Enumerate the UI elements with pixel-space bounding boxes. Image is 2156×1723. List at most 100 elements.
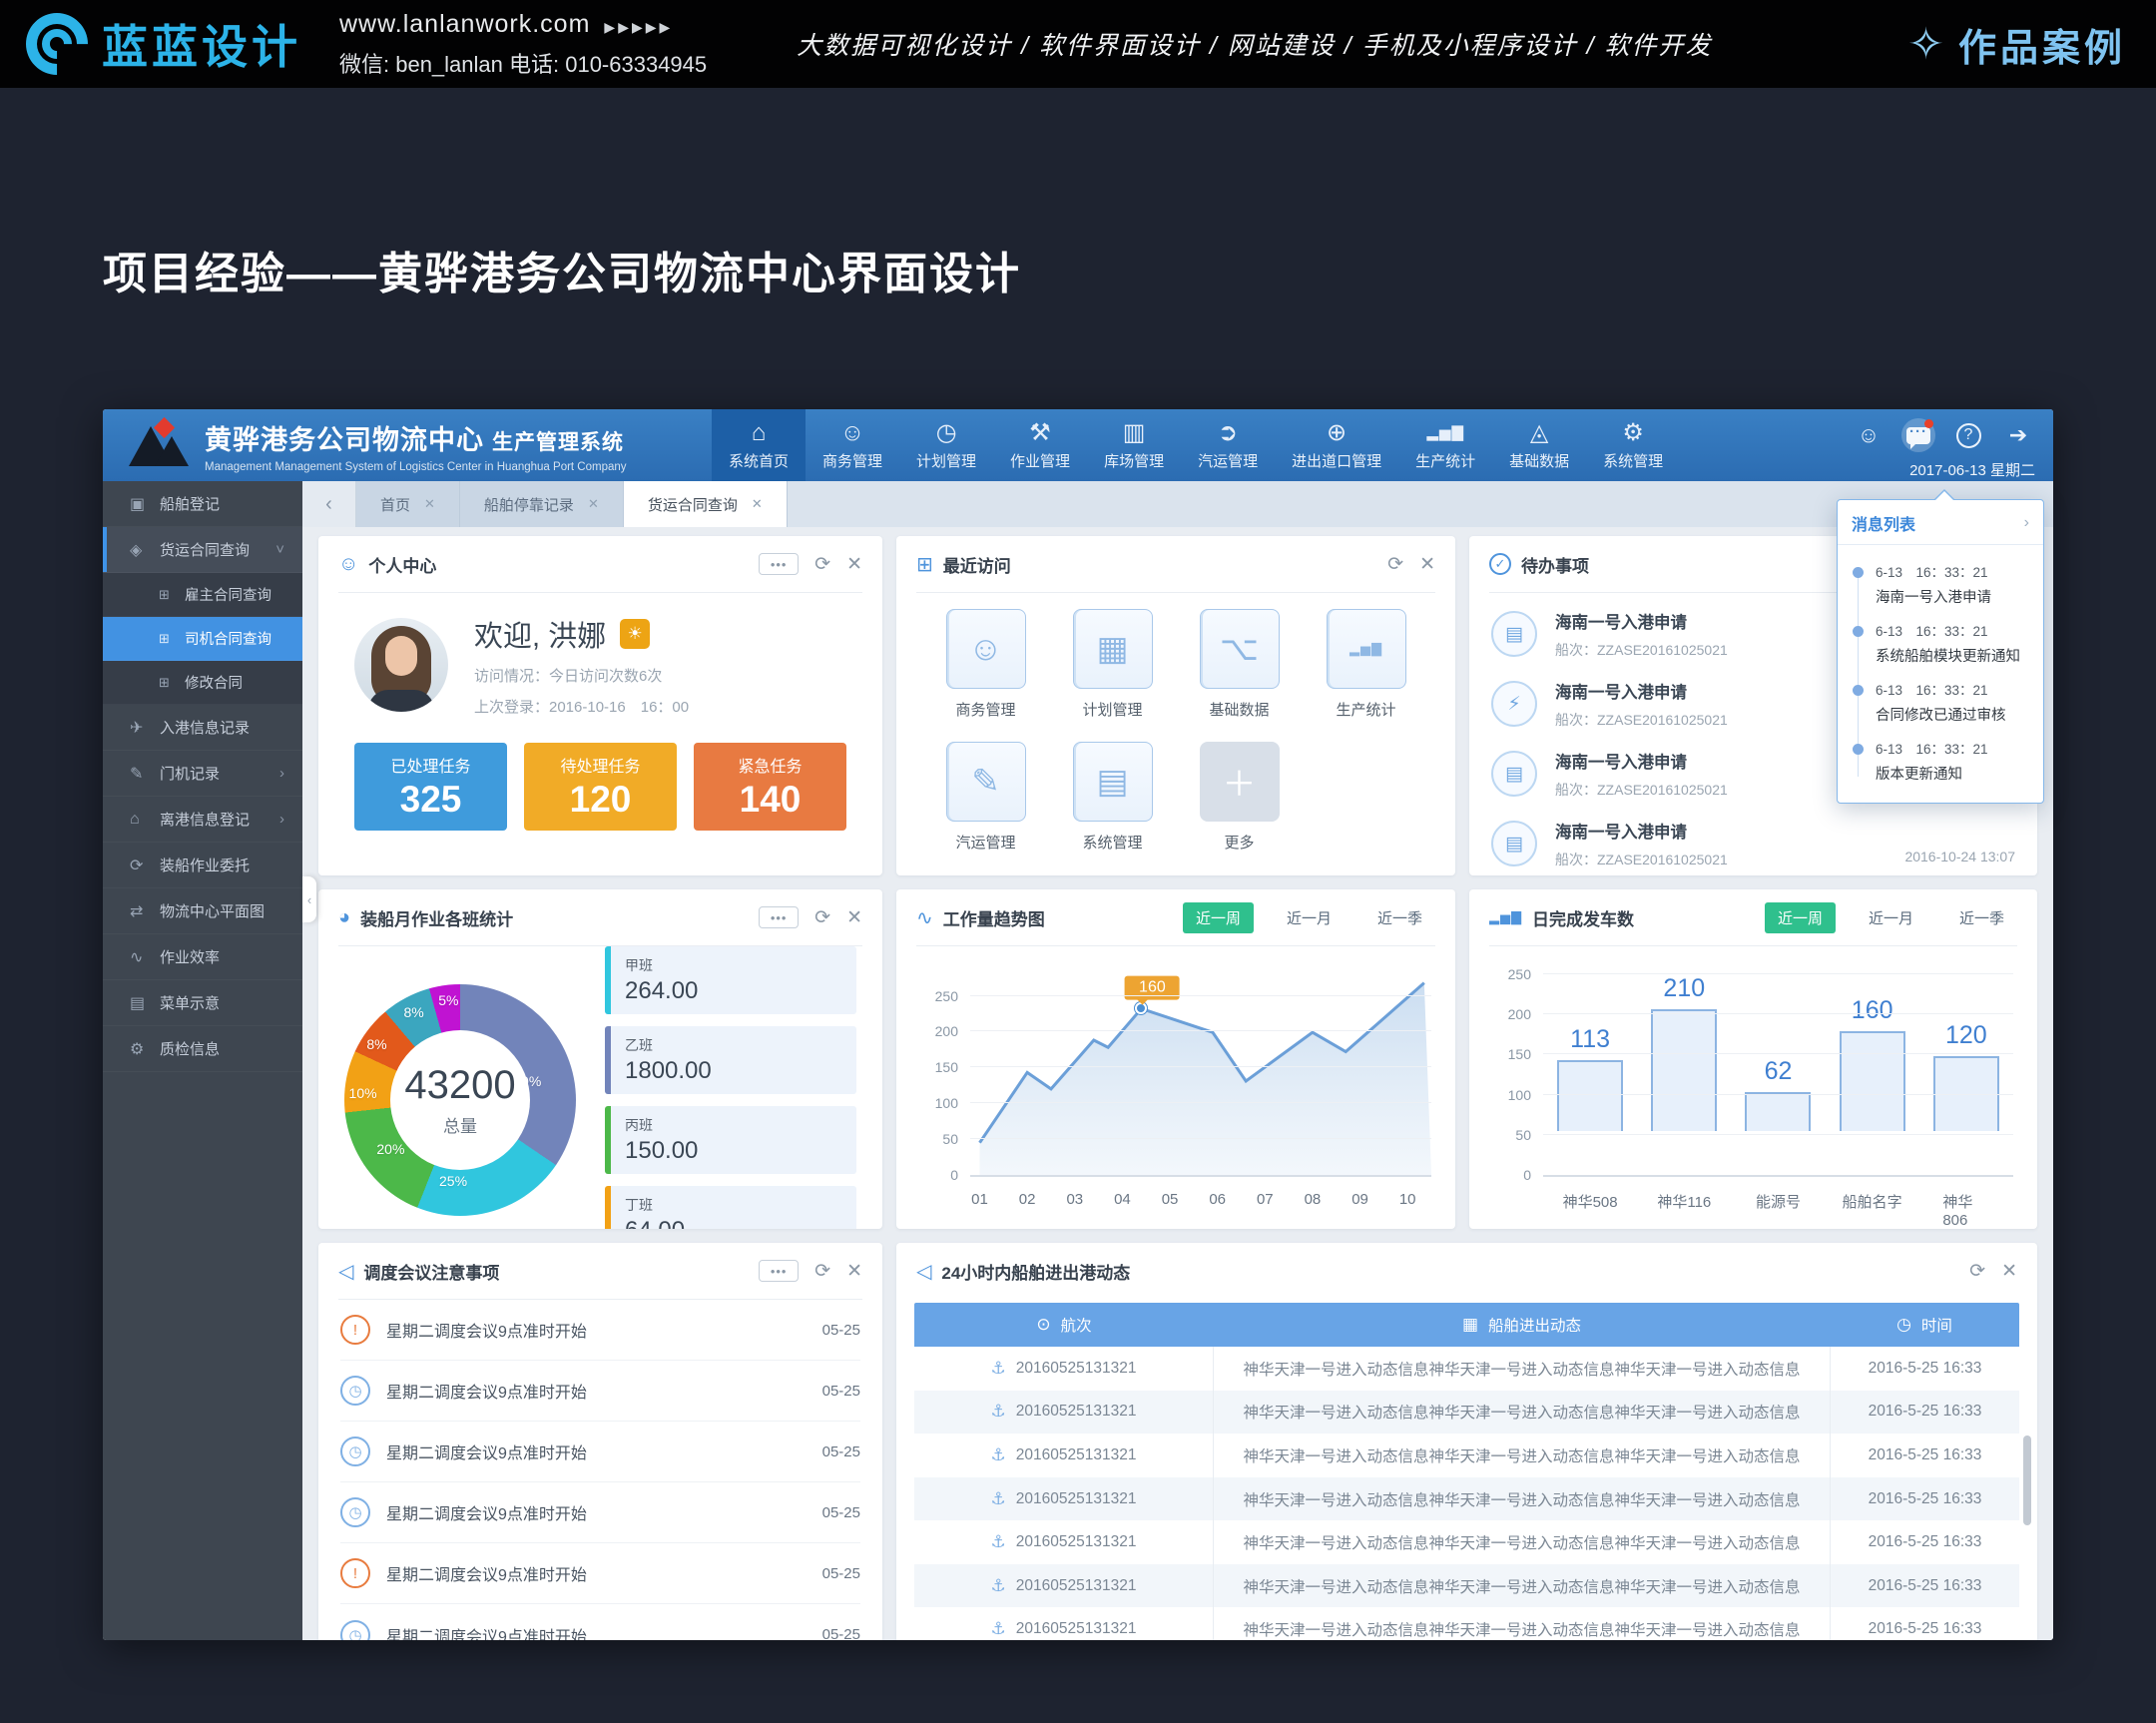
tab-首页[interactable]: 首页✕ <box>356 481 460 527</box>
sidebar-item-修改合同[interactable]: ⊞修改合同 <box>103 661 302 705</box>
nav-item-汽运管理[interactable]: ➲汽运管理 <box>1181 409 1275 481</box>
message-item[interactable]: 6-13 16：33：21海南一号入港申请 <box>1838 555 2033 614</box>
close-icon[interactable]: ✕ <box>752 496 763 512</box>
pill-近一季[interactable]: 近一季 <box>1946 902 2017 933</box>
portfolio-link[interactable]: ✧ 作品案例 <box>1907 17 2126 72</box>
logout-icon[interactable]: ➔ <box>2001 418 2035 452</box>
tile-系统管理[interactable]: ▤系统管理 <box>1049 742 1176 870</box>
meeting-row[interactable]: !星期二调度会议9点准时开始05-25 <box>340 1300 860 1361</box>
close-icon[interactable]: ✕ <box>588 496 599 512</box>
nav-item-系统管理[interactable]: ⚙系统管理 <box>1586 409 1680 481</box>
legend-name: 丁班 <box>625 1195 856 1215</box>
sidebar-item-雇主合同查询[interactable]: ⊞雇主合同查询 <box>103 573 302 617</box>
pen-doc-icon: ✎ <box>946 742 1026 822</box>
bar[interactable] <box>1840 1031 1905 1131</box>
more-options-button[interactable]: ••• <box>759 553 799 575</box>
bar[interactable] <box>1745 1092 1811 1131</box>
close-icon[interactable]: ✕ <box>1419 553 1435 576</box>
refresh-icon[interactable]: ⟳ <box>814 906 830 929</box>
tile-计划管理[interactable]: ▦计划管理 <box>1049 609 1176 738</box>
nav-item-系统首页[interactable]: ⌂系统首页 <box>712 409 806 481</box>
sidebar-item-司机合同查询[interactable]: ⊞司机合同查询 <box>103 617 302 661</box>
stat-已处理任务[interactable]: 已处理任务325 <box>354 743 507 831</box>
site-contact: 微信: ben_lanlan 电话: 010-63334945 <box>339 47 707 79</box>
nav-item-基础数据[interactable]: ◬基础数据 <box>1492 409 1586 481</box>
sidebar-item-作业效率[interactable]: ∿作业效率 <box>103 934 302 980</box>
brand-text: 黄骅港务公司物流中心生产管理系统 Management Management S… <box>205 418 627 473</box>
tab-货运合同查询[interactable]: 货运合同查询✕ <box>624 481 788 527</box>
tile-商务管理[interactable]: ☺商务管理 <box>922 609 1049 738</box>
close-icon[interactable]: ✕ <box>2001 1260 2017 1283</box>
tile-汽运管理[interactable]: ✎汽运管理 <box>922 742 1049 870</box>
sidebar-item-货运合同查询[interactable]: ◈货运合同查询˅ <box>103 527 302 573</box>
meeting-row[interactable]: !星期二调度会议9点准时开始05-25 <box>340 1543 860 1604</box>
close-icon[interactable]: ✕ <box>846 906 862 929</box>
pill-近一月[interactable]: 近一月 <box>1856 902 1926 933</box>
dynamics-cell: 神华天津一号进入动态信息神华天津一号进入动态信息神华天津一号进入动态信息 <box>1214 1401 1830 1423</box>
messages-icon[interactable] <box>1901 418 1935 452</box>
refresh-icon[interactable]: ⟳ <box>814 1260 830 1283</box>
pill-近一周[interactable]: 近一周 <box>1765 902 1836 933</box>
table-row[interactable]: ⚓20160525131321神华天津一号进入动态信息神华天津一号进入动态信息神… <box>914 1477 2019 1521</box>
sidebar-item-离港信息登记[interactable]: ⌂离港信息登记› <box>103 797 302 843</box>
sidebar-item-门机记录[interactable]: ✎门机记录› <box>103 751 302 797</box>
stat-待处理任务[interactable]: 待处理任务120 <box>524 743 677 831</box>
pill-近一周[interactable]: 近一周 <box>1183 902 1254 933</box>
refresh-icon[interactable]: ⟳ <box>1969 1260 1985 1283</box>
chevron-right-icon[interactable]: › <box>2024 514 2029 532</box>
sidebar-item-质检信息[interactable]: ⚙质检信息 <box>103 1026 302 1072</box>
scrollbar-thumb[interactable] <box>2023 1436 2031 1525</box>
meeting-row[interactable]: ◷星期二调度会议9点准时开始05-25 <box>340 1604 860 1640</box>
message-item[interactable]: 6-13 16：33：21版本更新通知 <box>1838 732 2033 791</box>
table-row[interactable]: ⚓20160525131321神华天津一号进入动态信息神华天津一号进入动态信息神… <box>914 1564 2019 1608</box>
help-icon[interactable]: ? <box>1951 418 1985 452</box>
nav-item-商务管理[interactable]: ☺商务管理 <box>806 409 899 481</box>
nav-item-作业管理[interactable]: ⚒作业管理 <box>993 409 1087 481</box>
nav-item-生产统计[interactable]: ▂▅▇生产统计 <box>1398 409 1492 481</box>
message-item[interactable]: 6-13 16：33：21系统船舶模块更新通知 <box>1838 614 2033 673</box>
message-item[interactable]: 6-13 16：33：21合同修改已通过审核 <box>1838 673 2033 732</box>
user-icon[interactable]: ☺ <box>1852 418 1886 452</box>
x-tick: 05 <box>1162 1191 1179 1208</box>
close-icon[interactable]: ✕ <box>846 553 862 576</box>
pill-近一月[interactable]: 近一月 <box>1274 902 1345 933</box>
sidebar-item-装船作业委托[interactable]: ⟳装船作业委托 <box>103 843 302 888</box>
sidebar-item-物流中心平面图[interactable]: ⇄物流中心平面图 <box>103 888 302 934</box>
sidebar-collapse-handle[interactable]: ‹ <box>302 876 316 922</box>
nav-item-库场管理[interactable]: ▥库场管理 <box>1087 409 1181 481</box>
pill-近一季[interactable]: 近一季 <box>1364 902 1435 933</box>
nav-item-进出道口管理[interactable]: ⊕进出道口管理 <box>1275 409 1398 481</box>
sidebar-item-菜单示意[interactable]: ▤菜单示意 <box>103 980 302 1026</box>
bar[interactable] <box>1651 1009 1717 1131</box>
table-row[interactable]: ⚓20160525131321神华天津一号进入动态信息神华天津一号进入动态信息神… <box>914 1434 2019 1477</box>
pencil-icon: ✎ <box>130 764 160 784</box>
close-icon[interactable]: ✕ <box>424 496 435 512</box>
close-icon[interactable]: ✕ <box>846 1260 862 1283</box>
refresh-icon[interactable]: ⟳ <box>1387 553 1403 576</box>
stat-紧急任务[interactable]: 紧急任务140 <box>694 743 846 831</box>
table-row[interactable]: ⚓20160525131321神华天津一号进入动态信息神华天津一号进入动态信息神… <box>914 1391 2019 1435</box>
todo-item[interactable]: ▤海南一号入港申请船次：ZZASE201610250212016-10-24 1… <box>1491 809 2015 875</box>
table-row[interactable]: ⚓20160525131321神华天津一号进入动态信息神华天津一号进入动态信息神… <box>914 1520 2019 1564</box>
table-row[interactable]: ⚓20160525131321神华天津一号进入动态信息神华天津一号进入动态信息神… <box>914 1607 2019 1640</box>
table-row[interactable]: ⚓20160525131321神华天津一号进入动态信息神华天津一号进入动态信息神… <box>914 1347 2019 1391</box>
more-options-button[interactable]: ••• <box>759 906 799 928</box>
more-options-button[interactable]: ••• <box>759 1260 799 1282</box>
sidebar-item-入港信息记录[interactable]: ✈入港信息记录 <box>103 705 302 751</box>
bar[interactable] <box>1557 1060 1623 1131</box>
meeting-row[interactable]: ◷星期二调度会议9点准时开始05-25 <box>340 1422 860 1482</box>
column-header-航次: ⊙航次 <box>914 1314 1214 1336</box>
tile-更多[interactable]: ＋更多 <box>1176 742 1303 870</box>
refresh-icon[interactable]: ⟳ <box>814 553 830 576</box>
tabs-back-button[interactable]: ‹ <box>302 481 356 527</box>
meeting-row[interactable]: ◷星期二调度会议9点准时开始05-25 <box>340 1482 860 1543</box>
sidebar-item-船舶登记[interactable]: ▣船舶登记 <box>103 481 302 527</box>
tile-生产统计[interactable]: ▂▅▇生产统计 <box>1303 609 1429 738</box>
tab-label: 船舶停靠记录 <box>484 494 574 515</box>
meeting-row[interactable]: ◷星期二调度会议9点准时开始05-25 <box>340 1361 860 1422</box>
x-tick: 02 <box>1019 1191 1036 1208</box>
nav-item-计划管理[interactable]: ◷计划管理 <box>899 409 993 481</box>
tab-船舶停靠记录[interactable]: 船舶停靠记录 ✕ <box>460 481 624 527</box>
time-range-pills: 近一周近一月近一季 <box>1183 902 1435 933</box>
tile-基础数据[interactable]: ⌥基础数据 <box>1176 609 1303 738</box>
